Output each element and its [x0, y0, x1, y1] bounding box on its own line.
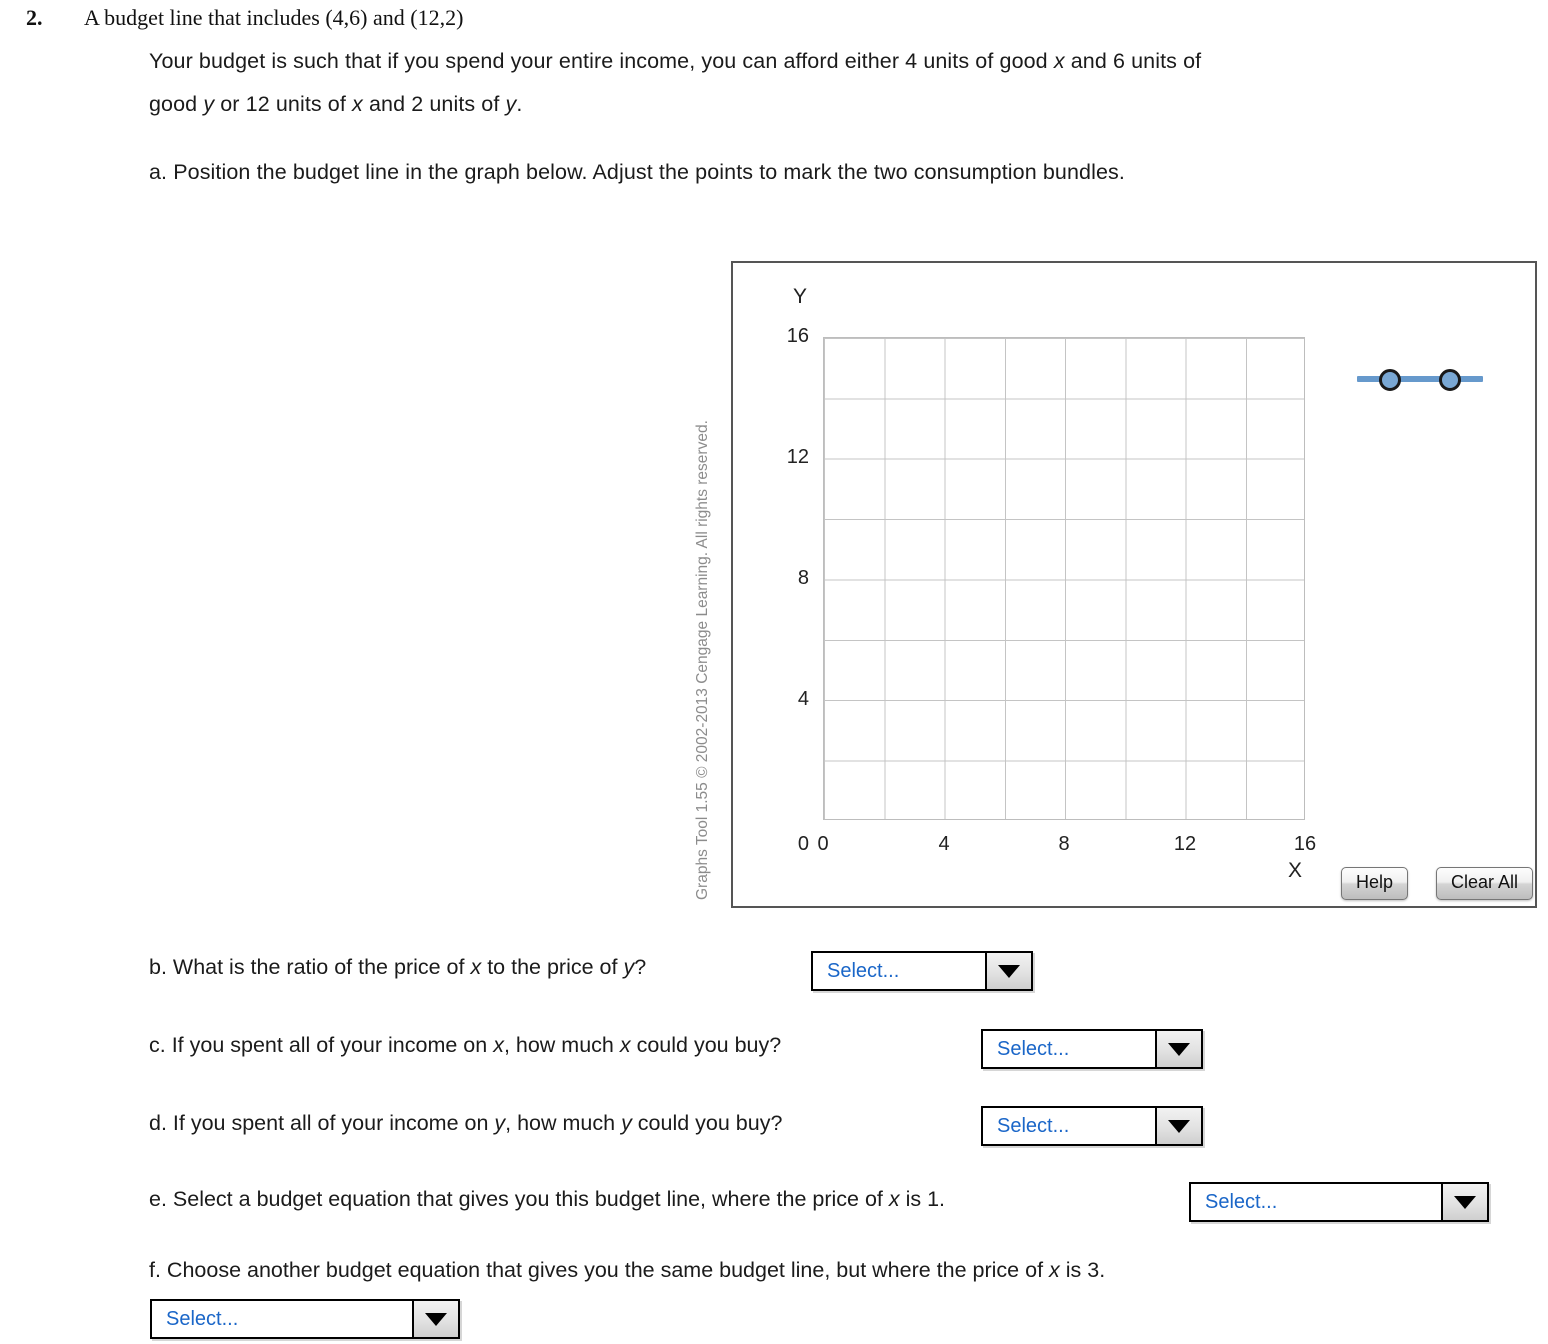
var-y: y — [505, 92, 517, 116]
part-e-text-1: e. Select a budget equation that gives y… — [149, 1187, 889, 1211]
var-x: x — [493, 1033, 504, 1057]
intro-text-2a: good — [149, 92, 204, 116]
part-f-text-2: is 3. — [1059, 1258, 1106, 1282]
part-c-select-value: Select... — [997, 1037, 1070, 1060]
question-number: 2. — [26, 5, 43, 30]
plot-grid-area[interactable] — [823, 337, 1305, 820]
part-c-question: c. If you spent all of your income on x,… — [149, 1033, 781, 1058]
var-x: x — [1053, 49, 1065, 73]
intro-line-2: good y or 12 units of x and 2 units of y… — [149, 92, 522, 117]
chevron-down-icon[interactable] — [1155, 1108, 1201, 1144]
x-tick-4: 4 — [938, 833, 950, 855]
var-x: x — [888, 1187, 900, 1211]
intro-text-2b: or 12 units of — [214, 92, 353, 116]
part-b-text-3: ? — [634, 955, 647, 979]
chevron-down-glyph — [998, 964, 1020, 978]
part-b-text-1: b. What is the ratio of the price of — [149, 955, 471, 979]
part-b-text-2: to the price of — [481, 955, 624, 979]
part-e-question: e. Select a budget equation that gives y… — [149, 1187, 945, 1212]
part-f-select-value: Select... — [166, 1307, 239, 1330]
var-y: y — [203, 92, 215, 116]
x-tick-8: 8 — [1058, 833, 1070, 855]
part-c-text-2: , how much — [503, 1033, 620, 1057]
chevron-down-glyph — [1454, 1195, 1476, 1209]
part-b-question: b. What is the ratio of the price of x t… — [149, 955, 646, 980]
intro-text-1b: and 6 units of — [1064, 49, 1202, 73]
var-x: x — [352, 92, 363, 116]
clear-all-button[interactable]: Clear All — [1436, 867, 1534, 900]
graph-tool-copyright: Graphs Tool 1.55 © 2002-2013 Cengage Lea… — [694, 261, 725, 908]
chevron-down-icon[interactable] — [985, 953, 1031, 989]
part-a-instruction: a. Position the budget line in the graph… — [149, 160, 1125, 184]
budget-line-widget[interactable] — [1357, 367, 1483, 391]
part-d-text-2: , how much — [505, 1111, 622, 1135]
intro-text-2d: . — [516, 92, 523, 116]
budget-line-point-handle-right[interactable] — [1439, 369, 1461, 391]
part-d-select-value: Select... — [997, 1114, 1070, 1137]
var-y: y — [494, 1111, 506, 1135]
y-axis-label: Y — [793, 285, 808, 308]
intro-line-1: Your budget is such that if you spend yo… — [149, 49, 1201, 74]
budget-line-point-handle-left[interactable] — [1379, 369, 1401, 391]
chevron-down-glyph — [1168, 1119, 1190, 1133]
intro-text-2c: and 2 units of — [362, 92, 506, 116]
part-f-text-1: f. Choose another budget equation that g… — [149, 1258, 1050, 1282]
budget-line-segment[interactable] — [1357, 376, 1483, 382]
var-y: y — [623, 955, 635, 979]
chevron-down-icon[interactable] — [1155, 1031, 1201, 1067]
chevron-down-icon[interactable] — [412, 1301, 458, 1337]
x-tick-16: 16 — [1293, 833, 1317, 855]
part-f-question: f. Choose another budget equation that g… — [149, 1258, 1105, 1283]
part-b-select-dropdown[interactable]: Select... — [811, 951, 1033, 991]
part-e-select-value: Select... — [1205, 1190, 1278, 1213]
part-d-select-dropdown[interactable]: Select... — [981, 1106, 1203, 1146]
part-e-select-dropdown[interactable]: Select... — [1189, 1182, 1489, 1222]
help-button[interactable]: Help — [1341, 867, 1409, 900]
graph-tool-panel[interactable]: Y 16 12 8 4 0 0 4 8 12 16 X Help Clear A… — [731, 261, 1537, 908]
chevron-down-glyph — [1168, 1042, 1190, 1056]
question-title: A budget line that includes (4,6) and (1… — [84, 5, 464, 30]
x-tick-0: 0 — [817, 833, 829, 855]
y-tick-12: 12 — [786, 446, 809, 468]
y-tick-0: 0 — [797, 833, 809, 855]
part-d-text-3: could you buy? — [631, 1111, 783, 1135]
part-b-select-value: Select... — [827, 959, 900, 982]
var-x: x — [470, 955, 482, 979]
part-c-text-1: c. If you spent all of your income on — [149, 1033, 494, 1057]
part-c-text-3: could you buy? — [630, 1033, 782, 1057]
var-y: y — [621, 1111, 632, 1135]
var-x: x — [619, 1033, 631, 1057]
x-tick-12: 12 — [1173, 833, 1197, 855]
part-c-select-dropdown[interactable]: Select... — [981, 1029, 1203, 1069]
x-axis-label: X — [1288, 859, 1303, 882]
y-tick-16: 16 — [786, 325, 809, 347]
part-e-text-2: is 1. — [899, 1187, 946, 1211]
var-x: x — [1049, 1258, 1060, 1282]
chevron-down-icon[interactable] — [1441, 1184, 1487, 1220]
part-d-question: d. If you spent all of your income on y,… — [149, 1111, 782, 1136]
chevron-down-glyph — [425, 1312, 447, 1326]
part-f-select-dropdown[interactable]: Select... — [150, 1299, 460, 1339]
intro-text-1a: Your budget is such that if you spend yo… — [149, 49, 1054, 73]
part-d-text-1: d. If you spent all of your income on — [149, 1111, 495, 1135]
graph-tool-copyright-text: Graphs Tool 1.55 © 2002-2013 Cengage Lea… — [694, 420, 711, 900]
y-tick-8: 8 — [797, 567, 809, 589]
y-tick-4: 4 — [797, 688, 809, 710]
